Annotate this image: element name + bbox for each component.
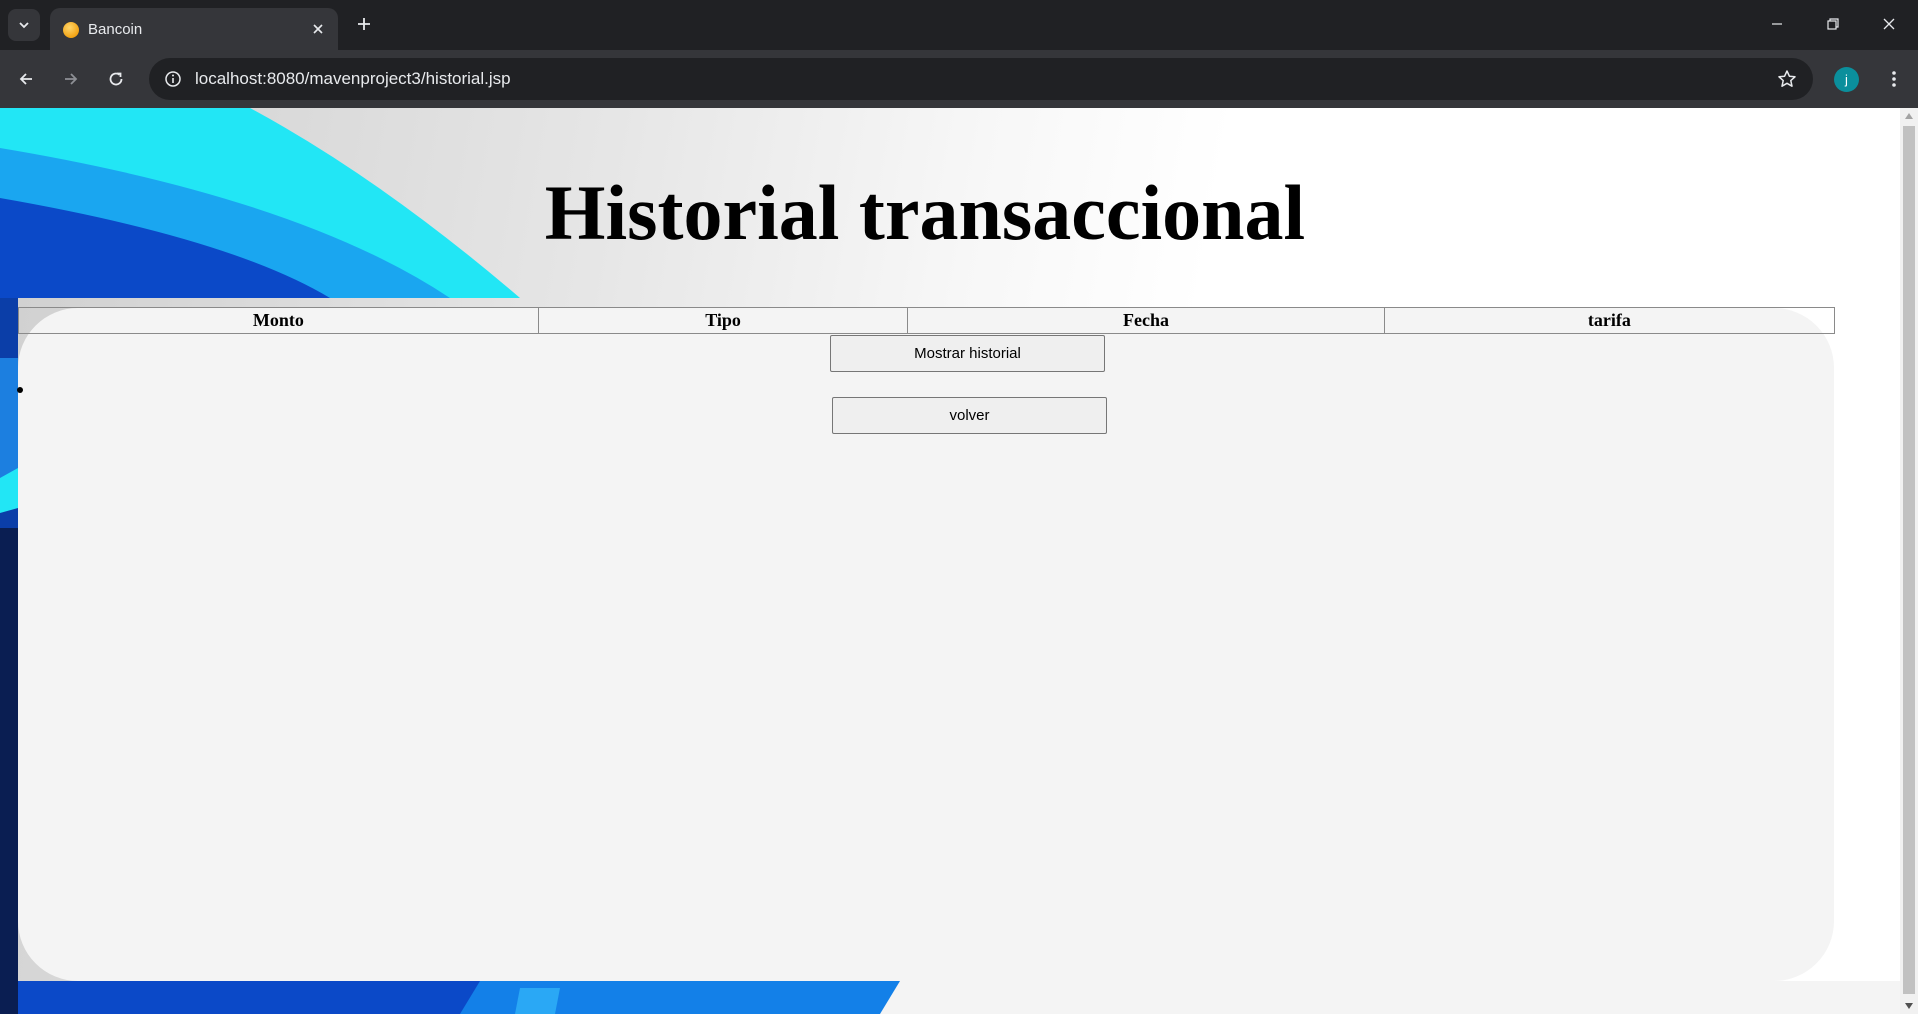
browser-toolbar: localhost:8080/mavenproject3/historial.j…: [0, 50, 1918, 108]
active-tab[interactable]: Bancoin: [50, 8, 338, 50]
profile-avatar[interactable]: j: [1834, 67, 1859, 92]
back-button-volver[interactable]: volver: [832, 397, 1107, 434]
page-title: Historial transaccional: [544, 169, 1306, 256]
table-header-row: Monto Tipo Fecha tarifa: [18, 307, 1836, 334]
site-info-button[interactable]: [157, 63, 189, 95]
close-icon: [1883, 18, 1895, 30]
scroll-down-button[interactable]: [1900, 998, 1918, 1014]
scrollbar-thumb[interactable]: [1903, 126, 1915, 994]
tab-strip: Bancoin: [0, 0, 1918, 50]
close-window-button[interactable]: [1866, 6, 1912, 42]
arrow-right-icon: [65, 73, 78, 85]
triangle-down-icon: [1905, 1003, 1913, 1009]
page-scrollbar[interactable]: [1900, 108, 1918, 1014]
restore-icon: [1827, 18, 1839, 30]
close-icon: [313, 24, 323, 34]
address-bar[interactable]: localhost:8080/mavenproject3/historial.j…: [149, 58, 1813, 100]
history-table: Monto Tipo Fecha tarifa: [18, 307, 1836, 334]
more-vert-icon: [1892, 71, 1896, 87]
url-text[interactable]: localhost:8080/mavenproject3/historial.j…: [195, 69, 511, 89]
forward-button[interactable]: [55, 63, 87, 95]
plus-icon: [358, 18, 370, 30]
chevron-down-icon: [19, 22, 29, 29]
new-tab-button[interactable]: [350, 10, 378, 38]
scroll-up-button[interactable]: [1900, 108, 1918, 124]
column-header-fecha: Fecha: [907, 307, 1385, 334]
info-icon: [165, 71, 181, 87]
star-icon: [1778, 70, 1796, 87]
empty-list-bullet: [17, 387, 23, 393]
reload-icon: [109, 72, 123, 86]
column-header-tarifa: tarifa: [1383, 307, 1836, 334]
tab-title: Bancoin: [88, 21, 143, 38]
page-viewport: Historial transaccional Monto Tipo Fecha…: [0, 108, 1900, 1014]
show-history-button[interactable]: Mostrar historial: [830, 335, 1105, 372]
browser-window: Bancoin localhost:8080/mavenproject3/his…: [0, 0, 1918, 1014]
minimize-icon: [1772, 23, 1782, 25]
browser-menu-button[interactable]: [1878, 63, 1910, 95]
tab-close-button[interactable]: [308, 19, 328, 39]
minimize-button[interactable]: [1754, 6, 1800, 42]
tab-search-button[interactable]: [8, 9, 40, 41]
coin-favicon-icon: [63, 22, 79, 38]
triangle-up-icon: [1905, 113, 1913, 119]
back-button[interactable]: [10, 63, 42, 95]
column-header-monto: Monto: [18, 307, 539, 334]
column-header-tipo: Tipo: [537, 307, 909, 334]
arrow-left-icon: [19, 73, 32, 85]
bookmark-button[interactable]: [1771, 63, 1803, 95]
restore-button[interactable]: [1810, 6, 1856, 42]
reload-button[interactable]: [100, 63, 132, 95]
